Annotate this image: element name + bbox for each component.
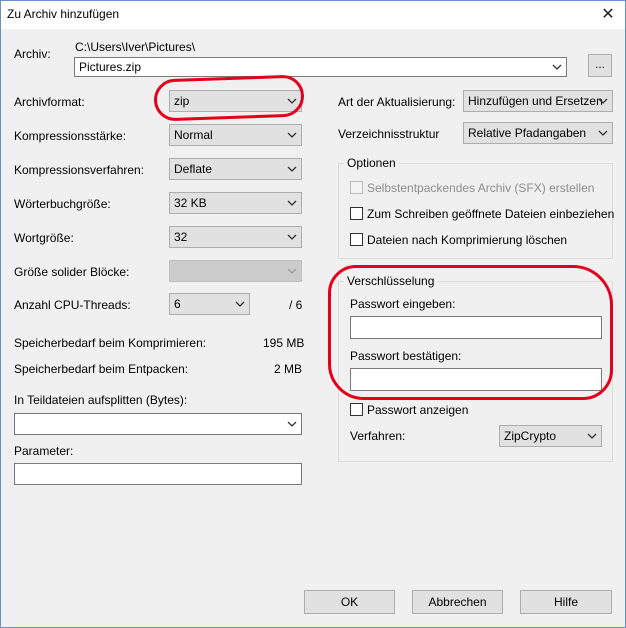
chevron-down-icon xyxy=(597,126,609,140)
method-label: Kompressionsverfahren: xyxy=(14,163,145,177)
encryption-method-value: ZipCrypto xyxy=(504,429,557,443)
encryption-title: Verschlüsselung xyxy=(344,274,438,288)
chevron-down-icon xyxy=(234,297,246,311)
browse-button[interactable]: ... xyxy=(588,54,612,77)
chevron-down-icon xyxy=(597,94,609,108)
threads-select[interactable]: 6 xyxy=(169,293,250,315)
chevron-down-icon xyxy=(586,429,598,443)
solid-select xyxy=(169,260,302,282)
chevron-down-icon xyxy=(551,60,563,74)
close-button[interactable]: ✕ xyxy=(591,1,625,29)
word-select[interactable]: 32 xyxy=(169,226,302,248)
sfx-checkbox xyxy=(350,181,363,194)
chevron-down-icon xyxy=(286,162,298,176)
chevron-down-icon xyxy=(286,196,298,210)
password-input[interactable] xyxy=(350,316,602,339)
solid-label: Größe solider Blöcke: xyxy=(14,265,130,279)
mem-compress-label: Speicherbedarf beim Komprimieren: xyxy=(14,336,207,350)
word-value: 32 xyxy=(174,230,188,244)
threads-value: 6 xyxy=(174,297,181,311)
threads-label: Anzahl CPU-Threads: xyxy=(14,298,131,312)
archive-filename: Pictures.zip xyxy=(79,60,142,74)
chevron-down-icon xyxy=(286,264,298,278)
close-icon: ✕ xyxy=(601,6,615,23)
split-label: In Teildateien aufsplitten (Bytes): xyxy=(14,393,188,407)
update-mode-select[interactable]: Hinzufügen und Ersetzen xyxy=(463,90,613,112)
dict-value: 32 KB xyxy=(174,196,207,210)
chevron-down-icon xyxy=(286,128,298,142)
password-confirm-input[interactable] xyxy=(350,368,602,391)
mem-compress-value: 195 MB xyxy=(263,336,305,350)
params-input[interactable] xyxy=(14,463,302,485)
archive-filename-combo[interactable]: Pictures.zip xyxy=(74,57,567,77)
show-password-label: Passwort anzeigen xyxy=(367,403,469,417)
cancel-button[interactable]: Abbrechen xyxy=(412,590,503,614)
delete-after-label: Dateien nach Komprimierung löschen xyxy=(367,233,568,247)
threads-max: / 6 xyxy=(289,298,303,312)
level-label: Kompressionsstärke: xyxy=(14,129,127,143)
path-mode-label: Verzeichnisstruktur xyxy=(338,127,440,141)
window-title: Zu Archiv hinzufügen xyxy=(7,7,120,21)
sfx-label: Selbstentpackendes Archiv (SFX) erstelle… xyxy=(367,181,595,195)
method-value: Deflate xyxy=(174,162,213,176)
path-mode-value: Relative Pfadangaben xyxy=(468,126,587,140)
options-title: Optionen xyxy=(344,156,399,170)
chevron-down-icon xyxy=(286,417,298,431)
level-value: Normal xyxy=(174,128,213,142)
show-password-checkbox[interactable] xyxy=(350,403,363,416)
mem-decompress-label: Speicherbedarf beim Entpacken: xyxy=(14,362,189,376)
title-bar: Zu Archiv hinzufügen ✕ xyxy=(1,1,625,29)
shared-files-label: Zum Schreiben geöffnete Dateien einbezie… xyxy=(367,207,615,221)
archive-path: C:\Users\Iver\Pictures\ xyxy=(75,40,196,54)
archive-label: Archiv: xyxy=(14,47,51,61)
dict-select[interactable]: 32 KB xyxy=(169,192,302,214)
method-select[interactable]: Deflate xyxy=(169,158,302,180)
update-mode-value: Hinzufügen und Ersetzen xyxy=(468,94,603,108)
ok-button[interactable]: OK xyxy=(304,590,395,614)
password-label: Passwort eingeben: xyxy=(350,297,456,311)
split-select[interactable] xyxy=(14,413,302,435)
word-label: Wortgröße: xyxy=(14,231,74,245)
delete-after-checkbox[interactable] xyxy=(350,233,363,246)
encryption-method-label: Verfahren: xyxy=(350,429,406,443)
update-mode-label: Art der Aktualisierung: xyxy=(338,95,456,109)
format-select[interactable]: zip xyxy=(169,90,302,112)
mem-decompress-value: 2 MB xyxy=(273,362,302,376)
encryption-method-select[interactable]: ZipCrypto xyxy=(499,425,602,447)
level-select[interactable]: Normal xyxy=(169,124,302,146)
help-button[interactable]: Hilfe xyxy=(520,590,612,614)
password-confirm-label: Passwort bestätigen: xyxy=(350,349,462,363)
params-label: Parameter: xyxy=(14,444,74,458)
chevron-down-icon xyxy=(286,94,298,108)
path-mode-select[interactable]: Relative Pfadangaben xyxy=(463,122,613,144)
shared-files-checkbox[interactable] xyxy=(350,207,363,220)
format-label: Archivformat: xyxy=(14,95,85,109)
dialog-window: Zu Archiv hinzufügen ✕ Archiv: C:\Users\… xyxy=(0,0,626,628)
format-value: zip xyxy=(174,94,190,108)
dict-label: Wörterbuchgröße: xyxy=(14,197,111,211)
chevron-down-icon xyxy=(286,230,298,244)
